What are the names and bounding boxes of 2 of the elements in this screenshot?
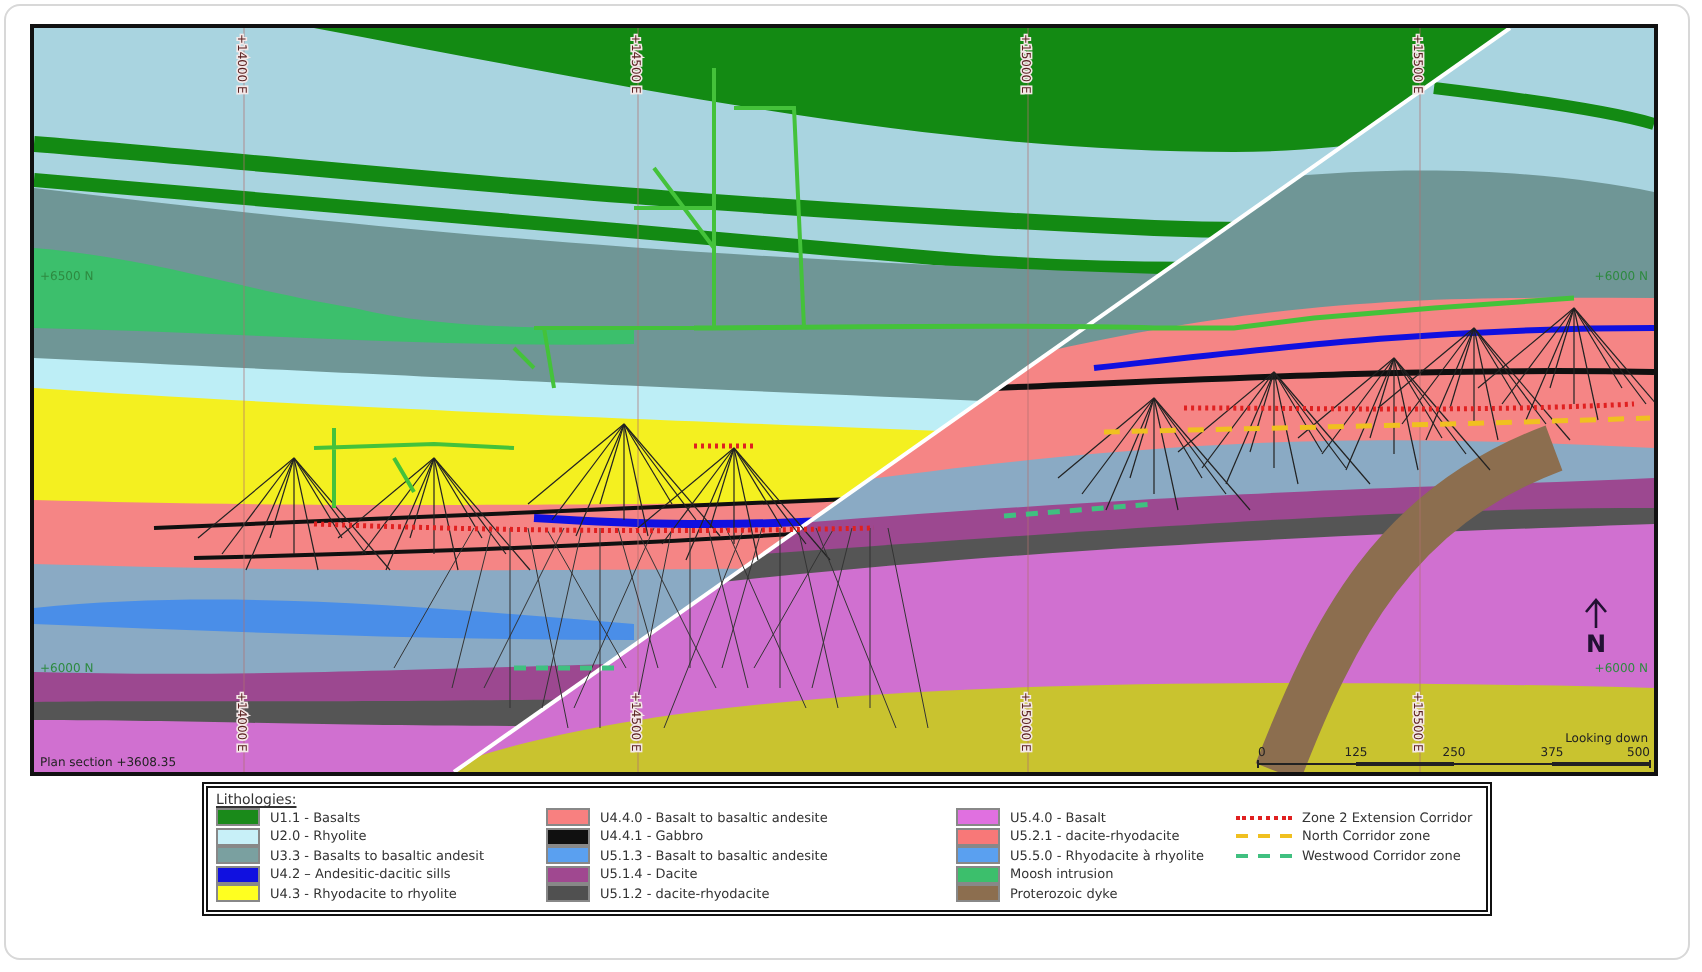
north-arrow-icon — [1584, 597, 1608, 630]
north-label: N — [1585, 630, 1607, 658]
